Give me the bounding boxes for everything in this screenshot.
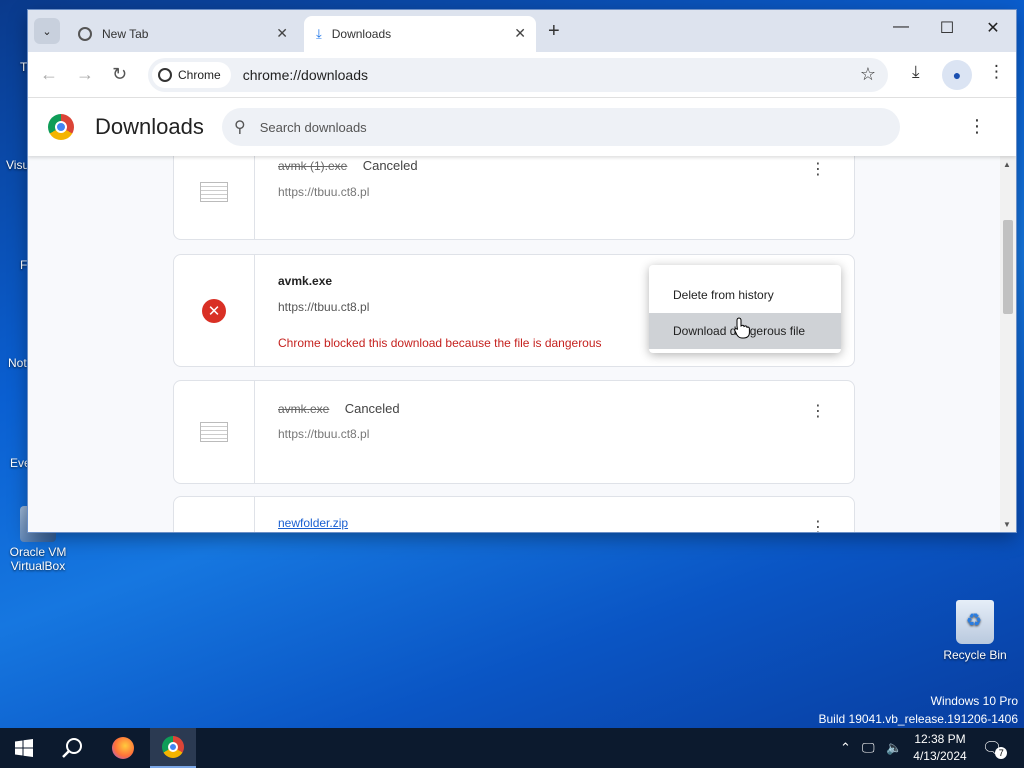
- chrome-icon: [162, 736, 184, 758]
- item-context-menu: Delete from history Download dangerous f…: [649, 265, 841, 353]
- url-text: chrome://downloads: [242, 67, 368, 83]
- item-menu-icon[interactable]: ⋮: [810, 159, 826, 179]
- windows-logo-icon: [15, 739, 33, 757]
- minimize-button[interactable]: —: [886, 18, 916, 36]
- windows-watermark-build: Build 19041.vb_release.191206-1406: [818, 712, 1019, 726]
- new-tab-button[interactable]: +: [548, 20, 560, 43]
- recycle-bin-icon: [956, 600, 994, 644]
- reload-icon[interactable]: ↻: [112, 64, 127, 85]
- danger-warning: Chrome blocked this download because the…: [278, 336, 602, 350]
- page-title: Downloads: [95, 114, 204, 139]
- back-icon[interactable]: ←: [40, 64, 58, 85]
- notification-center-button[interactable]: 🗨 7: [982, 728, 1008, 768]
- file-icon-cell: [174, 497, 255, 532]
- bookmark-star-icon[interactable]: ☆: [860, 64, 876, 85]
- scrollbar-thumb[interactable]: [1003, 220, 1013, 314]
- site-info-chip[interactable]: Chrome: [152, 62, 231, 88]
- scroll-down-arrow-icon[interactable]: ▼: [1003, 520, 1011, 529]
- volume-muted-icon[interactable]: 🔈: [886, 728, 902, 768]
- close-icon[interactable]: ✕: [276, 25, 288, 42]
- desktop-icon-label-partial[interactable]: Not: [8, 356, 27, 370]
- scrollbar[interactable]: ▲ ▼: [1000, 156, 1016, 532]
- download-url[interactable]: https://tbuu.ct8.pl: [278, 427, 369, 441]
- hand-cursor-icon: [734, 317, 750, 339]
- menu-item-delete-from-history[interactable]: Delete from history: [649, 277, 841, 313]
- chrome-icon: [158, 68, 172, 82]
- tab-title: New Tab: [102, 27, 149, 41]
- download-item: avmk (1).exe Canceled https://tbuu.ct8.p…: [173, 156, 855, 240]
- file-icon: [200, 422, 228, 442]
- close-icon[interactable]: ✕: [514, 25, 526, 42]
- clock-date: 4/13/2024: [913, 749, 967, 763]
- maximize-button[interactable]: ☐: [932, 18, 962, 38]
- search-placeholder: Search downloads: [259, 119, 367, 135]
- chip-label: Chrome: [178, 68, 221, 82]
- desktop-icon-recycle-bin[interactable]: Recycle Bin: [942, 600, 1008, 662]
- error-icon: ✕: [202, 298, 226, 323]
- desktop-icon-label: Recycle Bin: [943, 648, 1007, 662]
- forward-icon[interactable]: →: [76, 64, 94, 85]
- desktop-icon-label-partial[interactable]: Visu: [6, 158, 29, 172]
- chrome-icon: [78, 27, 92, 41]
- taskbar-chrome[interactable]: [150, 728, 196, 768]
- tab-strip: ⌄ New Tab ✕ ⤓ Downloads ✕ + — ☐ ✕: [28, 10, 1016, 52]
- start-button[interactable]: [0, 728, 48, 768]
- file-icon: [200, 182, 228, 202]
- download-icon: ⤓: [316, 26, 322, 41]
- download-filename-link[interactable]: newfolder.zip: [278, 516, 348, 530]
- file-icon-cell: [174, 156, 255, 239]
- desktop-icon-label-partial[interactable]: F: [20, 258, 27, 272]
- search-icon: ⚲: [234, 119, 246, 136]
- clock-time: 12:38 PM: [914, 732, 966, 746]
- download-item: newfolder.zip ⋮: [173, 496, 855, 532]
- download-filename: avmk (1).exe: [278, 159, 348, 173]
- chrome-logo-icon: [48, 114, 74, 140]
- profile-avatar[interactable]: ●: [942, 60, 972, 90]
- more-actions-icon[interactable]: ⋮: [968, 116, 986, 137]
- download-filename: avmk.exe: [278, 274, 333, 288]
- search-downloads-input[interactable]: ⚲ Search downloads: [222, 108, 900, 146]
- network-icon[interactable]: 🖵: [862, 728, 875, 768]
- close-window-button[interactable]: ✕: [978, 18, 1008, 38]
- windows-watermark-edition: Windows 10 Pro: [930, 694, 1018, 708]
- file-icon-cell: ✕: [174, 255, 255, 366]
- clock[interactable]: 12:38 PM 4/13/2024: [906, 731, 974, 765]
- item-menu-icon[interactable]: ⋮: [810, 517, 826, 532]
- download-url[interactable]: https://tbuu.ct8.pl: [278, 185, 369, 199]
- downloads-icon[interactable]: ⤓: [912, 62, 920, 82]
- show-hidden-icons-chevron[interactable]: ⌃: [840, 728, 851, 768]
- search-icon: [62, 738, 82, 758]
- kebab-menu-icon[interactable]: ⋮: [988, 62, 1005, 82]
- download-filename: avmk.exe: [278, 402, 330, 416]
- download-status: Canceled: [344, 401, 400, 416]
- desktop-icon-label-partial[interactable]: T: [20, 60, 27, 74]
- download-url[interactable]: https://tbuu.ct8.pl: [278, 300, 369, 314]
- tab-title: Downloads: [331, 27, 392, 41]
- chevron-down-icon: ⌄: [42, 25, 52, 38]
- tab-new-tab[interactable]: New Tab ✕: [66, 16, 298, 52]
- search-button[interactable]: [48, 728, 96, 768]
- address-bar[interactable]: Chrome chrome://downloads ☆: [148, 58, 888, 92]
- downloads-list: avmk (1).exe Canceled https://tbuu.ct8.p…: [28, 156, 1016, 532]
- item-menu-icon[interactable]: ⋮: [810, 401, 826, 421]
- chrome-window: ⌄ New Tab ✕ ⤓ Downloads ✕ + — ☐ ✕ ← → ↻ …: [28, 10, 1016, 532]
- downloads-header: Downloads ⚲ Search downloads ⋮: [28, 98, 1016, 156]
- download-item: avmk.exe Canceled https://tbuu.ct8.pl ⋮: [173, 380, 855, 484]
- scroll-up-arrow-icon[interactable]: ▲: [1003, 160, 1011, 169]
- download-status: Canceled: [362, 158, 418, 173]
- toolbar: ← → ↻ Chrome chrome://downloads ☆ ⤓ ● ⋮: [28, 52, 1016, 98]
- file-icon-cell: [174, 381, 255, 483]
- desktop-icon-label: Oracle VM VirtualBox: [9, 545, 67, 573]
- tab-search-button[interactable]: ⌄: [34, 18, 60, 44]
- person-icon: ●: [952, 67, 962, 83]
- notification-count: 7: [995, 747, 1008, 759]
- tab-downloads[interactable]: ⤓ Downloads ✕: [304, 16, 536, 52]
- taskbar-firefox[interactable]: [100, 728, 146, 768]
- firefox-icon: [112, 737, 134, 759]
- taskbar: ⌃ 🖵 🔈 12:38 PM 4/13/2024 🗨 7: [0, 728, 1024, 768]
